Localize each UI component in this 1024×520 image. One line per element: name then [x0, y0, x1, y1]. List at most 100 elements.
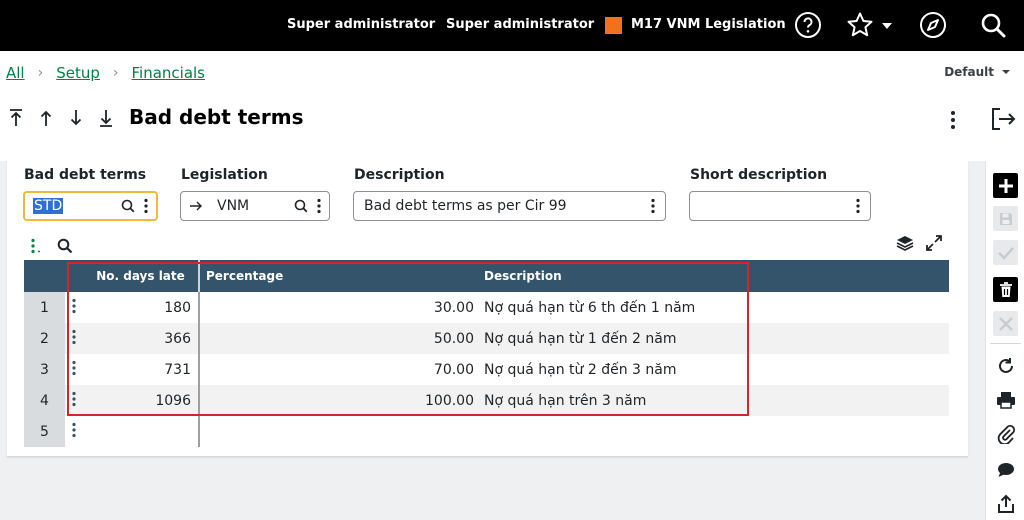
short-description-label: Short description	[690, 167, 828, 183]
view-selector[interactable]: Default	[944, 65, 1010, 79]
first-record-icon[interactable]	[6, 107, 26, 129]
description-value: Bad debt terms as per Cir 99	[364, 198, 567, 214]
next-record-icon[interactable]	[66, 107, 86, 129]
row-menu-icon[interactable]	[72, 329, 76, 349]
previous-record-icon[interactable]	[36, 107, 56, 129]
description-cell[interactable]: Nợ quá hạn từ 1 đến 2 năm	[484, 323, 949, 354]
print-icon[interactable]	[993, 387, 1018, 412]
legislation-color-square	[605, 17, 622, 34]
more-actions-icon[interactable]	[944, 109, 962, 135]
field-menu-icon[interactable]	[854, 196, 862, 216]
table-row[interactable]: 2 366 50.00 Nợ quá hạn từ 1 đến 2 năm	[24, 323, 949, 354]
breadcrumb-financials[interactable]: Financials	[132, 64, 206, 82]
search-icon[interactable]	[978, 10, 1008, 40]
grid-toolbar	[29, 238, 73, 258]
days-late-cell[interactable]: 366	[83, 323, 200, 354]
row-number: 4	[24, 385, 65, 416]
record-navigation	[6, 107, 116, 129]
grid-search-icon[interactable]	[57, 238, 73, 258]
days-late-cell[interactable]	[83, 416, 200, 447]
main-card: Bad debt terms STD Legislation VNM Descr…	[7, 161, 968, 457]
description-cell[interactable]: Nợ quá hạn từ 6 th đến 1 năm	[484, 292, 949, 323]
chevron-down-icon[interactable]	[879, 18, 895, 34]
star-icon[interactable]	[845, 10, 875, 40]
row-menu-icon[interactable]	[72, 391, 76, 411]
percentage-cell[interactable]: 70.00	[199, 354, 484, 385]
user-role[interactable]: Super administrator	[446, 17, 594, 32]
search-icon[interactable]	[293, 196, 309, 216]
chevron-down-icon	[1002, 70, 1010, 74]
row-menu-header	[65, 260, 83, 292]
sidebar-divider	[990, 343, 1021, 344]
comment-icon[interactable]	[993, 457, 1018, 482]
grid-menu-icon[interactable]	[29, 238, 43, 258]
percentage-cell[interactable]	[199, 416, 484, 447]
description-cell[interactable]: Nợ quá hạn từ 2 đến 3 năm	[484, 354, 949, 385]
page-header: All › Setup › Financials Default Bad deb…	[0, 51, 1024, 161]
save-icon[interactable]	[993, 206, 1018, 231]
view-selector-label: Default	[944, 65, 994, 79]
exit-icon[interactable]	[990, 107, 1016, 135]
share-icon[interactable]	[993, 491, 1018, 516]
row-number: 5	[24, 416, 65, 447]
field-menu-icon[interactable]	[142, 196, 150, 216]
row-menu-icon[interactable]	[72, 360, 76, 380]
column-header-percentage[interactable]: Percentage	[199, 260, 484, 292]
bad-debt-terms-table: No. days late Percentage Description 1 1…	[24, 260, 949, 447]
days-late-cell[interactable]: 731	[83, 354, 200, 385]
user-name[interactable]: Super administrator	[287, 17, 435, 32]
compass-icon[interactable]	[918, 10, 948, 40]
percentage-cell[interactable]: 50.00	[199, 323, 484, 354]
percentage-cell[interactable]: 100.00	[199, 385, 484, 416]
column-header-description[interactable]: Description	[484, 260, 949, 292]
legislation-value: VNM	[217, 198, 250, 214]
short-description-field[interactable]	[689, 191, 871, 221]
row-number: 1	[24, 292, 65, 323]
row-menu-icon[interactable]	[72, 298, 76, 318]
description-field[interactable]: Bad debt terms as per Cir 99	[353, 191, 666, 221]
breadcrumb-setup[interactable]: Setup	[56, 64, 100, 82]
cancel-icon[interactable]	[993, 311, 1018, 336]
column-header-days-late[interactable]: No. days late	[83, 260, 200, 292]
refresh-icon[interactable]	[993, 353, 1018, 378]
action-sidebar	[985, 161, 1024, 520]
table-row[interactable]: 1 180 30.00 Nợ quá hạn từ 6 th đến 1 năm	[24, 292, 949, 323]
bad-debt-terms-field[interactable]: STD	[23, 191, 158, 221]
description-label: Description	[354, 167, 445, 183]
attachment-icon[interactable]	[993, 421, 1018, 446]
description-cell[interactable]: Nợ quá hạn trên 3 năm	[484, 385, 949, 416]
legislation-selector[interactable]: M17 VNM Legislation	[631, 17, 786, 32]
row-number-header	[24, 260, 65, 292]
field-menu-icon[interactable]	[315, 196, 323, 216]
legislation-label: Legislation	[181, 167, 268, 183]
bad-debt-terms-value: STD	[33, 198, 64, 214]
breadcrumb-all[interactable]: All	[6, 64, 25, 82]
chevron-right-icon: ›	[112, 65, 119, 81]
add-icon[interactable]	[993, 173, 1018, 198]
table-header-row: No. days late Percentage Description	[24, 260, 949, 292]
field-menu-icon[interactable]	[649, 196, 657, 216]
search-icon[interactable]	[120, 196, 136, 216]
description-cell[interactable]	[484, 416, 949, 447]
row-number: 3	[24, 354, 65, 385]
legislation-field[interactable]: VNM	[180, 191, 330, 221]
row-menu-icon[interactable]	[72, 422, 76, 442]
help-icon[interactable]	[793, 10, 823, 40]
last-record-icon[interactable]	[96, 107, 116, 129]
breadcrumb: All › Setup › Financials	[6, 64, 205, 82]
arrow-right-icon[interactable]	[181, 201, 203, 211]
check-icon[interactable]	[993, 240, 1018, 265]
chevron-right-icon: ›	[37, 65, 44, 81]
delete-icon[interactable]	[993, 277, 1018, 302]
table-row[interactable]: 5	[24, 416, 949, 447]
grid-toolbar-right	[896, 235, 942, 255]
table-row[interactable]: 4 1096 100.00 Nợ quá hạn trên 3 năm	[24, 385, 949, 416]
days-late-cell[interactable]: 1096	[83, 385, 200, 416]
layers-icon[interactable]	[896, 235, 914, 255]
days-late-cell[interactable]: 180	[83, 292, 200, 323]
expand-icon[interactable]	[926, 235, 942, 255]
percentage-cell[interactable]: 30.00	[199, 292, 484, 323]
top-bar: Super administrator Super administrator …	[0, 0, 1024, 51]
table-row[interactable]: 3 731 70.00 Nợ quá hạn từ 2 đến 3 năm	[24, 354, 949, 385]
bad-debt-terms-label: Bad debt terms	[24, 167, 147, 183]
